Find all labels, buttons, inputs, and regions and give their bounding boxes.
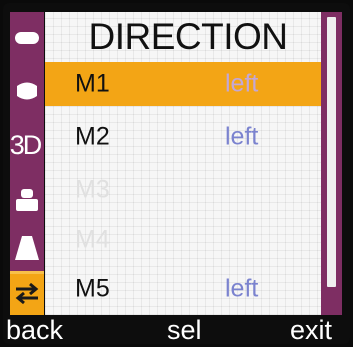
- list-item-m5[interactable]: M5 left: [45, 267, 321, 311]
- sidebar-item-stack[interactable]: [10, 178, 44, 222]
- softkey-bar: back sel exit: [3, 315, 350, 344]
- device-screen: 3D DIRECTION M1 left M2 left M3 M4 M5 le…: [3, 3, 350, 344]
- stack-shape-icon: [16, 189, 38, 211]
- list-item-value: left: [225, 69, 259, 98]
- round-shape-icon: [17, 82, 37, 100]
- direction-menu-panel: DIRECTION M1 left M2 left M3 M4 M5 left: [45, 12, 321, 315]
- list-item-name: M2: [75, 122, 110, 151]
- scrollbar-thumb[interactable]: [327, 17, 336, 287]
- horizontal-bar-icon: [15, 32, 39, 44]
- list-item-value: left: [225, 122, 259, 151]
- list-item-name: M3: [75, 175, 110, 204]
- list-item-m4: M4: [45, 218, 321, 262]
- mode-sidebar: 3D: [10, 12, 44, 315]
- list-item-name: M4: [75, 225, 110, 254]
- exit-softkey[interactable]: exit: [290, 315, 332, 344]
- 3d-text-icon: 3D: [9, 129, 42, 160]
- sidebar-item-3d[interactable]: 3D: [10, 123, 44, 167]
- list-item-m2[interactable]: M2 left: [45, 115, 321, 159]
- direction-arrows-icon: [15, 282, 39, 305]
- list-item-name: M1: [75, 69, 110, 98]
- sidebar-item-bar[interactable]: [10, 16, 44, 60]
- back-softkey[interactable]: back: [6, 315, 63, 344]
- sidebar-item-direction[interactable]: [10, 271, 44, 315]
- scrollbar[interactable]: [321, 12, 342, 315]
- list-item-name: M5: [75, 274, 110, 303]
- sidebar-item-round[interactable]: [10, 69, 44, 113]
- list-item-m3: M3: [45, 168, 321, 212]
- list-item-value: left: [225, 274, 259, 303]
- trapezoid-icon: [15, 236, 39, 260]
- sidebar-item-trapezoid[interactable]: [10, 226, 44, 270]
- page-title: DIRECTION: [88, 16, 289, 57]
- list-item-m1[interactable]: M1 left: [45, 62, 321, 106]
- select-softkey[interactable]: sel: [167, 315, 202, 344]
